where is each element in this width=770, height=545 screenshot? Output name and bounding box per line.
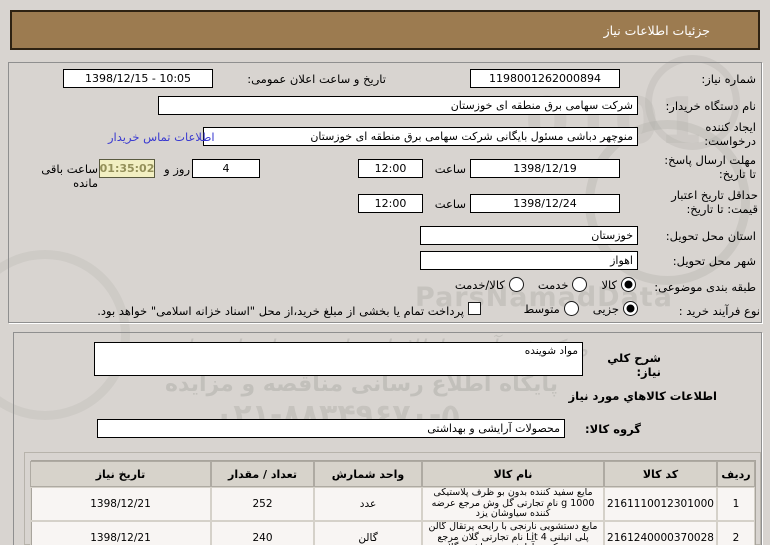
goods-table[interactable]: ردیف کد کالا نام کالا واحد شمارش تعداد /… xyxy=(30,460,756,545)
row2-no: 2 xyxy=(717,521,755,545)
price-validity-date-field[interactable]: 1398/12/24 xyxy=(470,194,620,213)
reply-deadline-time-field[interactable]: 12:00 xyxy=(358,159,423,178)
col-header-code: کد کالا xyxy=(604,461,717,487)
classification-options: کالا خدمت کالا/خدمت xyxy=(408,277,636,292)
goods-group-label: گروه کالا: xyxy=(585,422,641,436)
row1-code: 2161110012301000 xyxy=(604,487,717,521)
col-header-name: نام کالا xyxy=(422,461,604,487)
delivery-province-label: استان محل تحویل: xyxy=(665,229,756,243)
page-title-text: جزئیات اطلاعات نیاز xyxy=(603,22,710,38)
deadline-hour-label: ساعت xyxy=(434,162,466,176)
need-description-box[interactable]: مواد شوینده xyxy=(94,342,583,376)
delivery-city-field[interactable]: اهواز xyxy=(420,251,638,270)
countdown-timer: 01:35:02 xyxy=(99,159,155,178)
classification-label: طبقه بندی موضوعی: xyxy=(654,280,756,294)
buyer-name-label: نام دستگاه خریدار: xyxy=(665,99,756,113)
announce-datetime-label: تاریخ و ساعت اعلان عمومی: xyxy=(247,72,386,86)
treasury-note: پرداخت تمام یا بخشی از مبلغ خرید،از محل … xyxy=(97,304,464,318)
col-header-row-no: ردیف xyxy=(717,461,755,487)
creator-field[interactable]: منوچهر دباشی مسئول بایگانی شرکت سهامی بر… xyxy=(203,127,638,146)
buyer-name-field[interactable]: شرکت سهامی برق منطقه ای خوزستان xyxy=(158,96,638,115)
radio-option-partial[interactable]: جزیی xyxy=(593,301,638,316)
row1-unit: عدد xyxy=(314,487,422,521)
price-validity-time-field[interactable]: 12:00 xyxy=(358,194,423,213)
goods-info-header: اطلاعات کالاهاي مورد نیاز xyxy=(568,389,717,403)
col-header-need-date: تاریخ نیاز xyxy=(30,461,211,487)
process-type-options: جزیی متوسط xyxy=(510,301,638,316)
reply-deadline-date-field[interactable]: 1398/12/19 xyxy=(470,159,620,178)
col-header-unit: واحد شمارش xyxy=(314,461,422,487)
days-label: روز و xyxy=(164,162,190,176)
process-type-label: نوع فرآیند خرید : xyxy=(678,304,760,318)
goods-group-field[interactable]: محصولات آرایشی و بهداشتی xyxy=(97,419,565,438)
row2-unit: گالن xyxy=(314,521,422,545)
row1-qty: 252 xyxy=(211,487,314,521)
delivery-city-label: شهر محل تحویل: xyxy=(672,254,756,268)
need-number-label: شماره نیاز: xyxy=(701,72,756,86)
row2-name: مایع دستشویی نارنجی با رایحه پرتقال گالن… xyxy=(422,521,604,545)
delivery-province-field[interactable]: خوزستان xyxy=(420,226,638,245)
reply-deadline-label: مهلت ارسال پاسخ: تا تاریخ: xyxy=(664,153,756,182)
row2-qty: 240 xyxy=(211,521,314,545)
radio-option-goods-service[interactable]: کالا/خدمت xyxy=(455,277,524,292)
buyer-contact-link[interactable]: اطلاعات تماس خریدار xyxy=(108,130,215,144)
need-description-label: شرح کلي نیاز: xyxy=(607,351,661,380)
col-header-qty: تعداد / مقدار xyxy=(211,461,314,487)
announce-datetime-field[interactable]: 1398/12/15 - 10:05 xyxy=(63,69,213,88)
price-validity-label: حداقل تاریخ اعتبار قیمت: تا تاریخ: xyxy=(671,188,758,217)
radio-goods-icon[interactable] xyxy=(621,277,636,292)
need-number-field[interactable]: 1198001262000894 xyxy=(470,69,620,88)
radio-option-medium[interactable]: متوسط xyxy=(524,301,579,316)
page-title: جزئیات اطلاعات نیاز xyxy=(10,10,760,50)
radio-service-icon[interactable] xyxy=(572,277,588,292)
remaining-hours-label: ساعت باقی مانده xyxy=(41,162,98,191)
need-details-page: 0101 ParsNamadData مرکز فن آوری اطلاعات … xyxy=(0,0,770,545)
row1-need-date: 1398/12/21 xyxy=(30,487,211,521)
validity-hour-label: ساعت xyxy=(434,197,466,211)
radio-medium-icon[interactable] xyxy=(563,301,579,316)
row2-need-date: 1398/12/21 xyxy=(30,521,211,545)
radio-option-service[interactable]: خدمت xyxy=(538,277,588,292)
radio-goods-service-icon[interactable] xyxy=(508,277,524,292)
creator-label: ایجاد کننده درخواست: xyxy=(704,120,756,149)
radio-option-goods[interactable]: کالا xyxy=(601,277,636,292)
row1-name: مایع سفید کننده بدون بو ظرف پلاستیکی 100… xyxy=(422,487,604,521)
radio-partial-icon[interactable] xyxy=(623,301,638,316)
days-remaining-field[interactable]: 4 xyxy=(192,159,260,178)
row2-code: 2161240000370028 xyxy=(604,521,717,545)
row1-no: 1 xyxy=(717,487,755,521)
